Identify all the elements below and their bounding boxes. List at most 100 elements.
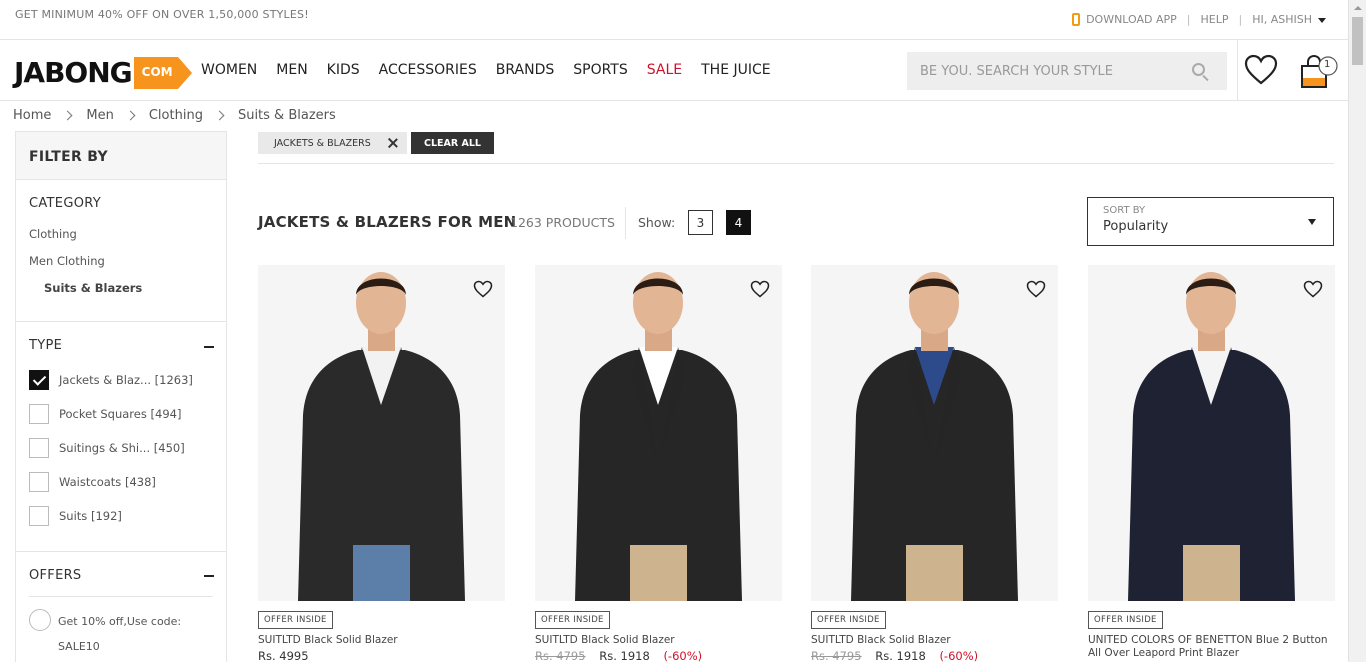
category-suits-blazers[interactable]: Suits & Blazers [29, 275, 213, 302]
separator: | [1186, 13, 1191, 26]
nav-accessories[interactable]: ACCESSORIES [379, 62, 477, 78]
type-count: [438] [124, 475, 156, 489]
type-option[interactable]: Suits [192] [29, 499, 213, 533]
logo-com-tag: COM [133, 56, 194, 89]
product-image[interactable] [1088, 265, 1335, 601]
category-section: CATEGORY Clothing Men Clothing Suits & B… [16, 180, 226, 322]
category-title: CATEGORY [29, 196, 101, 211]
scrollbar-thumb[interactable] [1352, 17, 1363, 65]
wishlist-heart-icon[interactable] [1026, 280, 1046, 302]
wishlist-heart-icon[interactable] [1244, 54, 1278, 90]
sale-price: Rs. 4995 [258, 649, 309, 662]
product-card[interactable]: OFFER INSIDE UNITED COLORS OF BENETTON B… [1088, 265, 1335, 662]
top-bar: GET MINIMUM 40% OFF ON OVER 1,50,000 STY… [0, 0, 1348, 40]
original-price: Rs. 4795 [535, 649, 586, 662]
dropdown-arrow-icon [1308, 219, 1316, 225]
scroll-up-arrow-icon[interactable] [1354, 6, 1362, 10]
type-option[interactable]: Waistcoats [438] [29, 465, 213, 499]
breadcrumb: Home Men Clothing Suits & Blazers [13, 108, 336, 123]
type-option[interactable]: Jackets & Blaz... [1263] [29, 363, 213, 397]
sort-dropdown[interactable]: SORT BY Popularity [1087, 197, 1334, 246]
offer-inside-badge: OFFER INSIDE [535, 611, 610, 629]
nav-brands[interactable]: BRANDS [496, 62, 554, 78]
sale-price: Rs. 1918 [875, 649, 926, 662]
search-icon[interactable] [1192, 63, 1205, 76]
checkbox[interactable] [29, 472, 49, 492]
jabong-logo[interactable]: JABONG COM [14, 56, 194, 89]
bag-count: 1 [1324, 59, 1331, 70]
product-card[interactable]: OFFER INSIDE SUITLTD Black Solid Blazer … [258, 265, 505, 662]
caret-down-icon [1318, 17, 1326, 23]
applied-filters: JACKETS & BLAZERS CLEAR ALL [258, 132, 494, 154]
breadcrumb-suits-blazers: Suits & Blazers [237, 108, 336, 123]
collapse-minus-icon[interactable] [204, 346, 214, 348]
product-name-line-1: SUITLTD Black Solid Blazer [811, 634, 951, 646]
category-clothing[interactable]: Clothing [29, 221, 213, 248]
product-name-line-1: SUITLTD Black Solid Blazer [258, 634, 398, 646]
filter-sidebar: FILTER BY CATEGORY Clothing Men Clothing… [15, 131, 227, 662]
type-label: Waistcoats [59, 475, 122, 489]
product-name[interactable]: SUITLTD Black Solid Blazer [811, 634, 1058, 647]
product-name[interactable]: SUITLTD Black Solid Blazer [258, 634, 505, 647]
grid-4-columns-button[interactable]: 4 [726, 210, 751, 235]
breadcrumb-men[interactable]: Men [86, 108, 113, 123]
shopping-bag-icon[interactable]: 1 [1299, 54, 1343, 94]
applied-filter-chip[interactable]: JACKETS & BLAZERS [258, 132, 407, 154]
logo-com-text: COM [141, 64, 173, 79]
promo-text: GET MINIMUM 40% OFF ON OVER 1,50,000 STY… [15, 8, 309, 21]
offers-section: OFFERS Get 10% off,Use code: SALE10 [16, 552, 226, 659]
product-card[interactable]: OFFER INSIDE SUITLTD Black Solid Blazer … [535, 265, 782, 662]
nav-kids[interactable]: KIDS [327, 62, 360, 78]
user-menu[interactable]: HI, ASHISH [1252, 13, 1326, 26]
breadcrumb-home[interactable]: Home [13, 108, 51, 123]
wishlist-heart-icon[interactable] [473, 280, 493, 302]
offer-inside-badge: OFFER INSIDE [1088, 611, 1163, 629]
type-count: [192] [90, 509, 122, 523]
product-count: 1263 PRODUCTS [510, 215, 615, 230]
close-icon[interactable] [388, 138, 398, 148]
checkbox[interactable] [29, 438, 49, 458]
clear-all-button[interactable]: CLEAR ALL [411, 132, 494, 154]
offer-option[interactable]: Get 10% off,Use code: SALE10 [29, 609, 213, 659]
product-price: Rs. 4995 [258, 649, 505, 662]
category-men-clothing[interactable]: Men Clothing [29, 248, 213, 275]
product-name[interactable]: SUITLTD Black Solid Blazer [535, 634, 782, 647]
type-count: [450] [153, 441, 185, 455]
download-app-link[interactable]: DOWNLOAD APP [1086, 13, 1177, 26]
scrollbar[interactable] [1348, 0, 1366, 662]
grid-3-columns-button[interactable]: 3 [688, 210, 713, 235]
product-image[interactable] [535, 265, 782, 601]
offer-text: Get 10% off,Use code: SALE10 [58, 609, 181, 659]
nav-sports[interactable]: SPORTS [573, 62, 628, 78]
nav-sale[interactable]: SALE [647, 62, 682, 78]
help-link[interactable]: HELP [1201, 13, 1229, 26]
discount-percent: (-60%) [663, 649, 703, 662]
product-name-line-1: UNITED COLORS OF BENETTON Blue 2 Button [1088, 634, 1328, 646]
listing-title: JACKETS & BLAZERS FOR MEN [258, 213, 517, 231]
checkbox[interactable] [29, 404, 49, 424]
radio-button[interactable] [29, 609, 51, 631]
nav-men[interactable]: MEN [276, 62, 307, 78]
filter-by-heading: FILTER BY [16, 132, 226, 180]
wishlist-heart-icon[interactable] [1303, 280, 1323, 302]
type-option[interactable]: Suitings & Shi... [450] [29, 431, 213, 465]
user-greeting: HI, ASHISH [1252, 13, 1312, 26]
type-title: TYPE [29, 338, 63, 353]
separator: | [1238, 13, 1243, 26]
wishlist-heart-icon[interactable] [750, 280, 770, 302]
type-label: Suits [59, 509, 88, 523]
product-name-line-1: SUITLTD Black Solid Blazer [535, 634, 675, 646]
product-image[interactable] [811, 265, 1058, 601]
search-input[interactable] [907, 52, 1177, 90]
type-option[interactable]: Pocket Squares [494] [29, 397, 213, 431]
type-count: [494] [150, 407, 182, 421]
product-image[interactable] [258, 265, 505, 601]
product-name[interactable]: UNITED COLORS OF BENETTON Blue 2 Button … [1088, 634, 1335, 660]
checkbox[interactable] [29, 506, 49, 526]
nav-the-juice[interactable]: THE JUICE [701, 62, 771, 78]
nav-women[interactable]: WOMEN [201, 62, 257, 78]
collapse-minus-icon[interactable] [204, 575, 214, 577]
checkbox-checked[interactable] [29, 370, 49, 390]
breadcrumb-clothing[interactable]: Clothing [149, 108, 203, 123]
product-card[interactable]: OFFER INSIDE SUITLTD Black Solid Blazer … [811, 265, 1058, 662]
